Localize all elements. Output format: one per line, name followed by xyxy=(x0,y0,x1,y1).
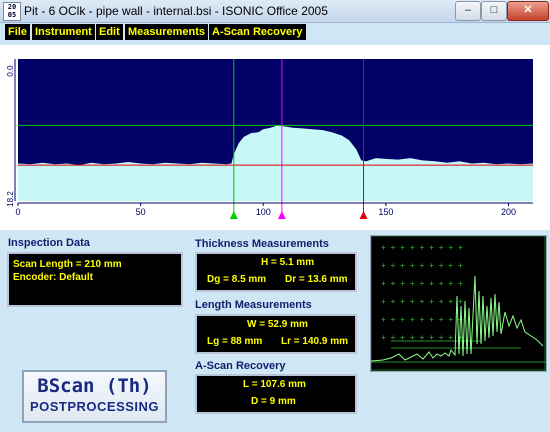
length-measurements-title: Length Measurements xyxy=(195,299,312,311)
svg-text:+ + + + + + + + +: + + + + + + + + + xyxy=(381,315,463,324)
y-tick-label-1: 18.2 xyxy=(6,191,15,207)
length-measurements-box: W = 52.9 mm Lg = 88 mm Lr = 140.9 mm xyxy=(195,314,357,354)
maximize-button[interactable]: □ xyxy=(481,1,507,21)
cursor-marker-red[interactable] xyxy=(359,211,368,219)
thickness-dg-value: Dg = 8.5 mm xyxy=(207,274,267,285)
minimize-button[interactable]: – xyxy=(455,1,481,21)
close-button[interactable]: ✕ xyxy=(507,1,549,21)
title-bar: 20 05 Pit - 6 OClk - pipe wall - internal… xyxy=(0,0,550,23)
scan-length-value: Scan Length = 210 mm xyxy=(13,259,122,270)
thickness-measurements-box: H = 5.1 mm Dg = 8.5 mm Dr = 13.6 mm xyxy=(195,252,357,292)
thickness-measurements-title: Thickness Measurements xyxy=(195,238,329,250)
x-tick-label-4: 200 xyxy=(501,207,516,217)
menu-measurements[interactable]: Measurements xyxy=(125,24,209,40)
ascan-display[interactable]: + + + + + + + + + + + + + + + + + + + + … xyxy=(370,235,547,372)
length-lg-value: Lg = 88 mm xyxy=(207,336,263,347)
logo-line-1: BScan (Th) xyxy=(37,375,152,397)
cursor-marker-magenta[interactable] xyxy=(277,211,286,219)
menu-ascan-recovery[interactable]: A-Scan Recovery xyxy=(209,24,306,40)
length-lr-value: Lr = 140.9 mm xyxy=(281,336,348,347)
x-tick-label-0: 0 xyxy=(15,207,20,217)
inspection-data-title: Inspection Data xyxy=(8,237,90,249)
menu-edit[interactable]: Edit xyxy=(96,24,123,40)
menu-instrument[interactable]: Instrument xyxy=(32,24,95,40)
svg-text:+ + + + + + + + +: + + + + + + + + + xyxy=(381,243,463,252)
x-tick-label-3: 150 xyxy=(378,207,393,217)
bscan-chart-panel: 0 50 100 150 200 0.0 18.2 xyxy=(0,45,550,230)
bscan-chart[interactable]: 0 50 100 150 200 0.0 18.2 xyxy=(0,45,550,230)
svg-text:+ + + + + + + + +: + + + + + + + + + xyxy=(381,297,463,306)
length-w-value: W = 52.9 mm xyxy=(247,319,308,330)
inspection-data-box: Scan Length = 210 mm Encoder: Default xyxy=(7,252,183,307)
x-tick-label-2: 100 xyxy=(256,207,271,217)
y-tick-label-0: 0.0 xyxy=(6,65,15,77)
svg-text:+ + + + + + + + +: + + + + + + + + + xyxy=(381,279,463,288)
ascan-recovery-box: L = 107.6 mm D = 9 mm xyxy=(195,374,357,414)
bscan-postprocessing-logo: BScan (Th) POSTPROCESSING xyxy=(22,370,167,423)
ascan-d-value: D = 9 mm xyxy=(251,396,296,407)
menu-bar: File Instrument Edit Measurements A-Scan… xyxy=(0,23,550,43)
ascan-recovery-title: A-Scan Recovery xyxy=(195,360,286,372)
thickness-h-value: H = 5.1 mm xyxy=(261,257,315,268)
menu-file[interactable]: File xyxy=(5,24,30,40)
logo-line-2: POSTPROCESSING xyxy=(29,399,160,414)
window-title: Pit - 6 OClk - pipe wall - internal.bsi … xyxy=(24,4,328,18)
app-logo-icon[interactable]: 20 05 xyxy=(3,2,21,21)
encoder-value: Encoder: Default xyxy=(13,272,94,283)
ascan-l-value: L = 107.6 mm xyxy=(243,379,306,390)
svg-text:+ + + + + + + + +: + + + + + + + + + xyxy=(381,261,463,270)
ascan-waveform: + + + + + + + + + + + + + + + + + + + + … xyxy=(370,235,546,371)
thickness-dr-value: Dr = 13.6 mm xyxy=(285,274,348,285)
x-tick-label-1: 50 xyxy=(136,207,146,217)
cursor-marker-green[interactable] xyxy=(229,211,238,219)
